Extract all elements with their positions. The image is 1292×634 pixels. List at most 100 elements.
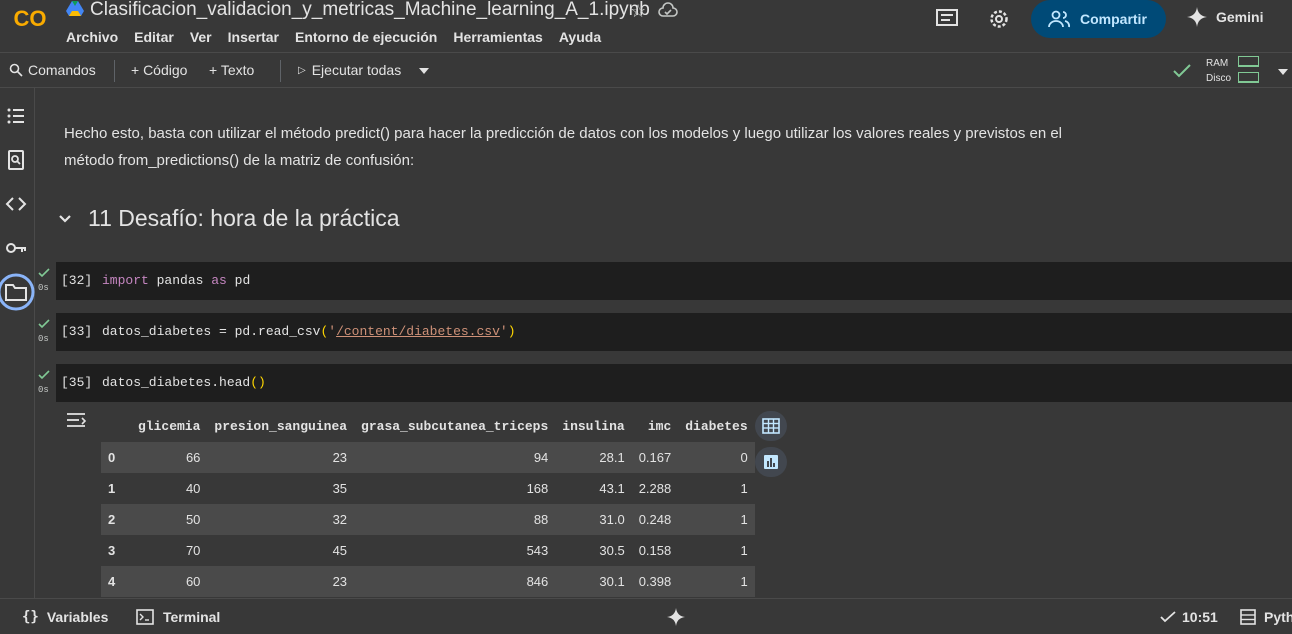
code-cell[interactable]: 0s [32] import pandas as pd — [36, 262, 1292, 300]
menu-bar: Archivo Editar Ver Insertar Entorno de e… — [66, 29, 617, 45]
secrets-key-icon[interactable] — [5, 237, 27, 259]
resource-labels[interactable]: RAM Disco — [1206, 56, 1231, 86]
table-cell: 31.0 — [555, 504, 632, 535]
code-editor[interactable]: [32] import pandas as pd — [56, 262, 1292, 300]
variables-label: Variables — [46, 609, 109, 625]
exec-count: [35] — [61, 375, 93, 390]
table-cell: 94 — [354, 442, 556, 473]
star-icon[interactable]: ☆ — [630, 1, 646, 22]
code-editor[interactable]: [33] datos_diabetes = pd.read_csv('/cont… — [56, 313, 1292, 351]
find-replace-icon[interactable] — [5, 149, 27, 171]
code-source[interactable]: datos_diabetes.head() — [102, 375, 266, 390]
row-index: 4 — [101, 566, 131, 597]
row-index: 1 — [101, 473, 131, 504]
notebook-title[interactable]: Clasificacion_validacion_y_metricas_Mach… — [90, 0, 650, 21]
exec-time: 0s — [38, 283, 49, 293]
table-cell: 30.1 — [555, 566, 632, 597]
row-index: 0 — [101, 442, 131, 473]
menu-archivo[interactable]: Archivo — [66, 29, 118, 45]
menu-editar[interactable]: Editar — [134, 29, 174, 45]
table-cell: 40 — [131, 473, 208, 504]
menu-ayuda[interactable]: Ayuda — [559, 29, 601, 45]
column-header: imc — [647, 418, 672, 434]
left-sidebar — [0, 88, 35, 598]
table-cell: 0.158 — [631, 535, 679, 566]
table-of-contents-icon[interactable] — [5, 105, 27, 127]
gemini-sparkle-icon — [1187, 7, 1207, 27]
connected-check-icon[interactable] — [1172, 63, 1192, 79]
table-row: 2 50 32 88 31.0 0.248 1 — [101, 504, 755, 535]
resources-chevron-down-icon[interactable] — [1277, 68, 1289, 76]
table-cell: 1 — [678, 504, 755, 535]
settings-gear-icon[interactable] — [987, 8, 1011, 30]
share-button[interactable]: Compartir — [1031, 0, 1166, 38]
menu-ver[interactable]: Ver — [190, 29, 212, 45]
table-cell: 66 — [131, 442, 208, 473]
column-header: grasa_subcutanea_triceps — [361, 418, 549, 434]
execution-status[interactable]: 10:51 — [1160, 609, 1218, 625]
success-check-icon — [38, 268, 50, 278]
svg-text:CO: CO — [14, 6, 47, 31]
code-cell[interactable]: 0s [35] datos_diabetes.head() — [36, 364, 1292, 402]
table-header-row: glicemia presion_sanguinea grasa_subcuta… — [101, 410, 755, 442]
braces-icon: {} — [22, 609, 39, 625]
column-header: presion_sanguinea — [214, 418, 348, 434]
disk-label: Disco — [1206, 73, 1232, 84]
code-snippets-icon[interactable] — [5, 193, 27, 215]
disk-usage-bar — [1238, 72, 1259, 83]
table-cell: 60 — [131, 566, 208, 597]
comments-icon[interactable] — [935, 8, 959, 30]
section-header[interactable]: 11 Desafío: hora de la práctica — [58, 205, 400, 232]
toolbar-divider — [114, 60, 115, 82]
table-cell: 32 — [207, 504, 355, 535]
gemini-button[interactable]: Gemini — [1186, 6, 1263, 28]
menu-insertar[interactable]: Insertar — [228, 29, 279, 45]
add-code-button[interactable]: + Código — [131, 62, 187, 78]
table-cell: 43.1 — [555, 473, 632, 504]
column-header — [101, 410, 131, 442]
collapse-chevron-icon[interactable] — [58, 214, 72, 224]
exec-count: [32] — [61, 273, 93, 288]
menu-entorno[interactable]: Entorno de ejecución — [295, 29, 437, 45]
dataframe-output: glicemia presion_sanguinea grasa_subcuta… — [101, 410, 755, 597]
terminal-icon — [136, 609, 154, 625]
column-header: insulina — [562, 418, 625, 434]
notebook-toolbar: Comandos + Código + Texto ▷ Ejecutar tod… — [0, 52, 1292, 88]
table-cell: 28.1 — [555, 442, 632, 473]
variables-button[interactable]: {} Variables — [22, 609, 108, 625]
menu-herramientas[interactable]: Herramientas — [453, 29, 543, 45]
ram-label: RAM — [1206, 58, 1229, 69]
runtime-button[interactable]: Pyth — [1240, 609, 1292, 625]
code-cell[interactable]: 0s [33] datos_diabetes = pd.read_csv('/c… — [36, 313, 1292, 351]
code-editor[interactable]: [35] datos_diabetes.head() — [56, 364, 1292, 402]
colab-logo[interactable]: CO — [10, 3, 50, 33]
add-text-button[interactable]: + Texto — [209, 62, 254, 78]
code-source[interactable]: import pandas as pd — [102, 273, 250, 288]
files-folder-icon[interactable] — [0, 273, 35, 311]
drive-icon[interactable] — [66, 1, 84, 17]
row-index: 2 — [101, 504, 131, 535]
suggest-charts-button[interactable] — [755, 447, 787, 477]
time-label: 10:51 — [1182, 609, 1218, 625]
table-cell: 70 — [131, 535, 208, 566]
table-cell: 1 — [678, 566, 755, 597]
table-cell: 30.5 — [555, 535, 632, 566]
cloud-saved-icon[interactable] — [658, 2, 678, 18]
terminal-button[interactable]: Terminal — [136, 609, 220, 625]
code-source[interactable]: datos_diabetes = pd.read_csv('/content/d… — [102, 324, 516, 339]
exec-time: 0s — [38, 334, 49, 344]
table-cell: 1 — [678, 473, 755, 504]
column-header: diabetes — [685, 418, 748, 434]
terminal-label: Terminal — [163, 609, 221, 625]
gemini-sparkle-icon[interactable] — [666, 607, 686, 627]
table-cell: 0.167 — [631, 442, 679, 473]
chevron-down-icon[interactable] — [418, 67, 430, 75]
table-cell: 88 — [354, 504, 556, 535]
people-icon — [1048, 10, 1070, 28]
table-cell: 168 — [354, 473, 556, 504]
run-all-button[interactable]: ▷ Ejecutar todas — [298, 62, 401, 78]
commands-button[interactable]: Comandos — [9, 62, 96, 78]
bar-chart-icon — [764, 455, 778, 469]
output-actions-icon[interactable] — [65, 410, 89, 430]
convert-to-interactive-table-button[interactable] — [755, 411, 787, 441]
